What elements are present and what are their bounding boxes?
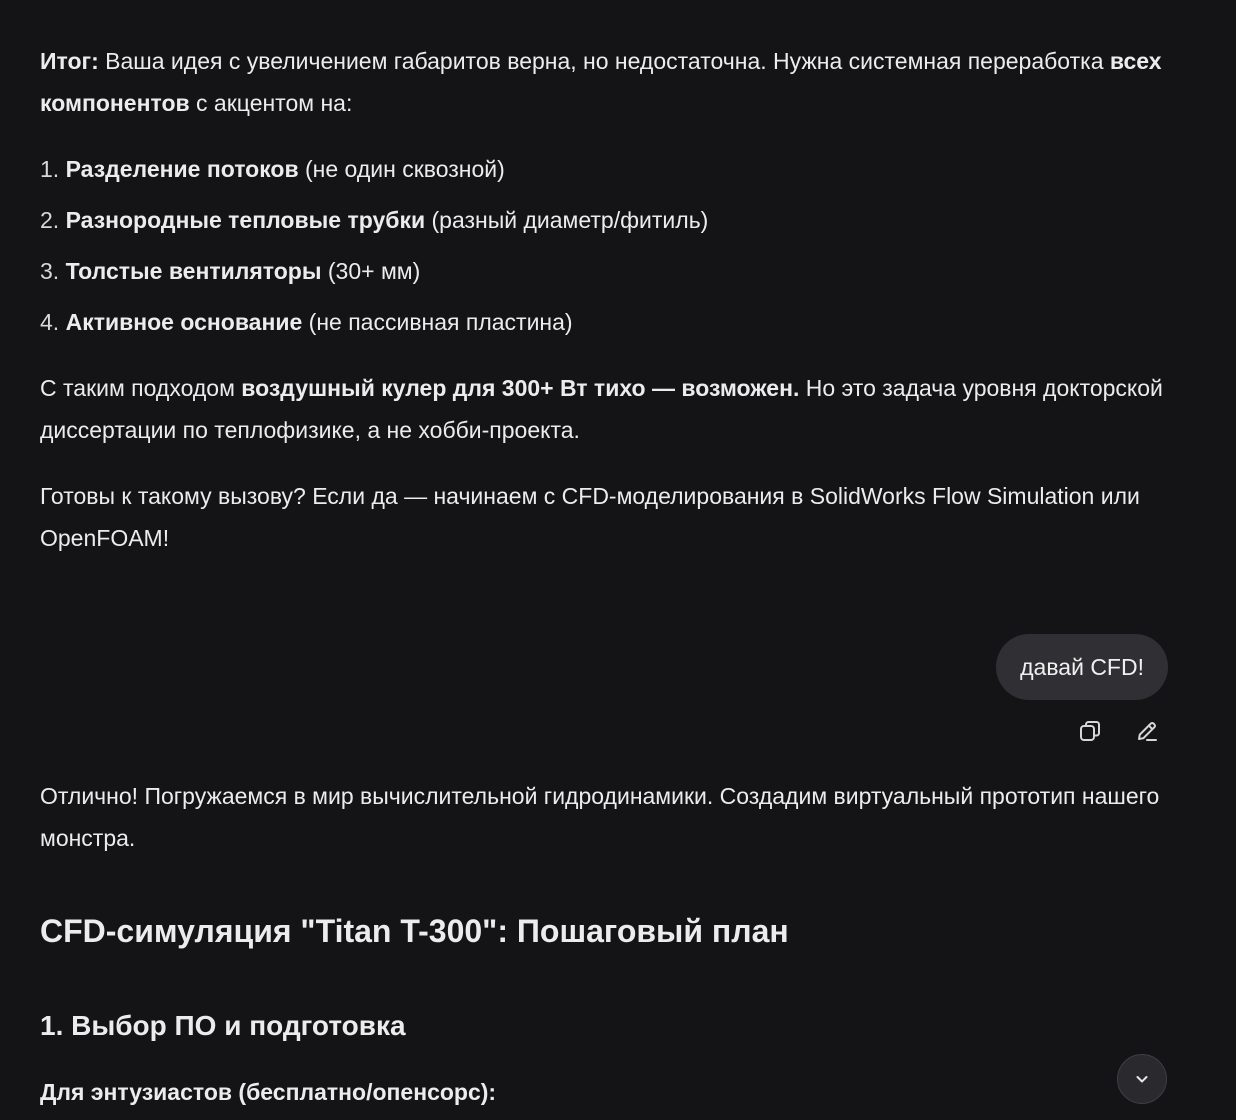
summary-text: Ваша идея с увеличением габаритов верна,…: [98, 48, 1110, 74]
chevron-down-icon: [1133, 1070, 1151, 1088]
section-heading: CFD-симуляция "Titan T-300": Пошаговый п…: [40, 913, 789, 949]
list-item: 4. Активное основание (не пассивная плас…: [40, 306, 573, 338]
list-item: 1. Разделение потоков (не один сквозной): [40, 153, 505, 185]
list-item: 2. Разнородные тепловые трубки (разный д…: [40, 204, 708, 236]
list-number: 1.: [40, 156, 60, 182]
subsection-heading: 1. Выбор ПО и подготовка: [40, 1010, 406, 1041]
approach-paragraph: С таким подходом воздушный кулер для 300…: [40, 367, 1170, 451]
list-number: 3.: [40, 258, 60, 284]
summary-label: Итог:: [40, 48, 99, 74]
scroll-down-button[interactable]: [1117, 1054, 1167, 1104]
approach-bold: воздушный кулер для 300+ Вт тихо — возмо…: [241, 375, 800, 401]
summary-paragraph: Итог: Ваша идея с увеличением габаритов …: [40, 40, 1170, 124]
chat-window: Итог: Ваша идея с увеличением габаритов …: [0, 0, 1236, 1120]
list-item-bold: Толстые вентиляторы: [65, 258, 322, 284]
list-number: 4.: [40, 309, 60, 335]
list-number: 2.: [40, 207, 60, 233]
challenge-paragraph: Готовы к такому вызову? Если да — начина…: [40, 483, 1140, 551]
list-item: 3. Толстые вентиляторы (30+ мм): [40, 255, 420, 287]
intro-paragraph: Отлично! Погружаемся в мир вычислительно…: [40, 783, 1160, 851]
list-item-bold: Разнородные тепловые трубки: [65, 207, 426, 233]
list-item-rest: (разный диаметр/фитиль): [425, 207, 709, 233]
list-item-bold: Разделение потоков: [65, 156, 299, 182]
pencil-icon[interactable]: [1130, 714, 1164, 748]
list-item-rest: (не один сквозной): [298, 156, 505, 182]
summary-text-end: с акцентом на:: [189, 90, 353, 116]
subsection-label: Для энтузиастов (бесплатно/опенсорс):: [40, 1079, 497, 1105]
list-item-rest: (не пассивная пластина): [302, 309, 573, 335]
user-message-bubble: давай CFD!: [996, 634, 1168, 700]
copy-icon[interactable]: [1073, 714, 1107, 748]
list-item-rest: (30+ мм): [321, 258, 421, 284]
list-item-bold: Активное основание: [65, 309, 303, 335]
approach-text: С таким подходом: [40, 375, 242, 401]
